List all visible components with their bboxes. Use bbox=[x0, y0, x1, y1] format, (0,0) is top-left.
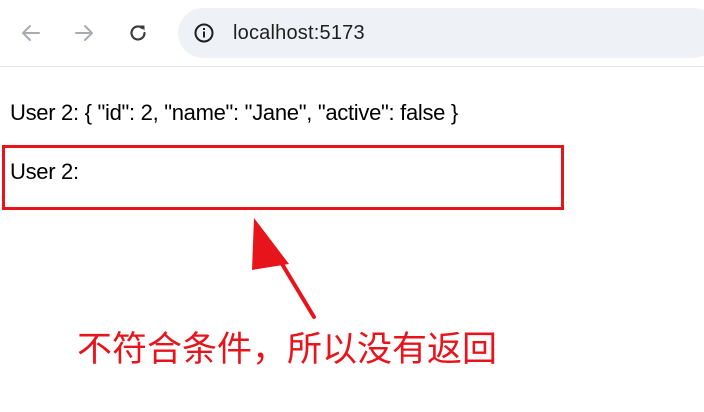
annotation-text: 不符合条件，所以没有返回 bbox=[77, 330, 498, 370]
